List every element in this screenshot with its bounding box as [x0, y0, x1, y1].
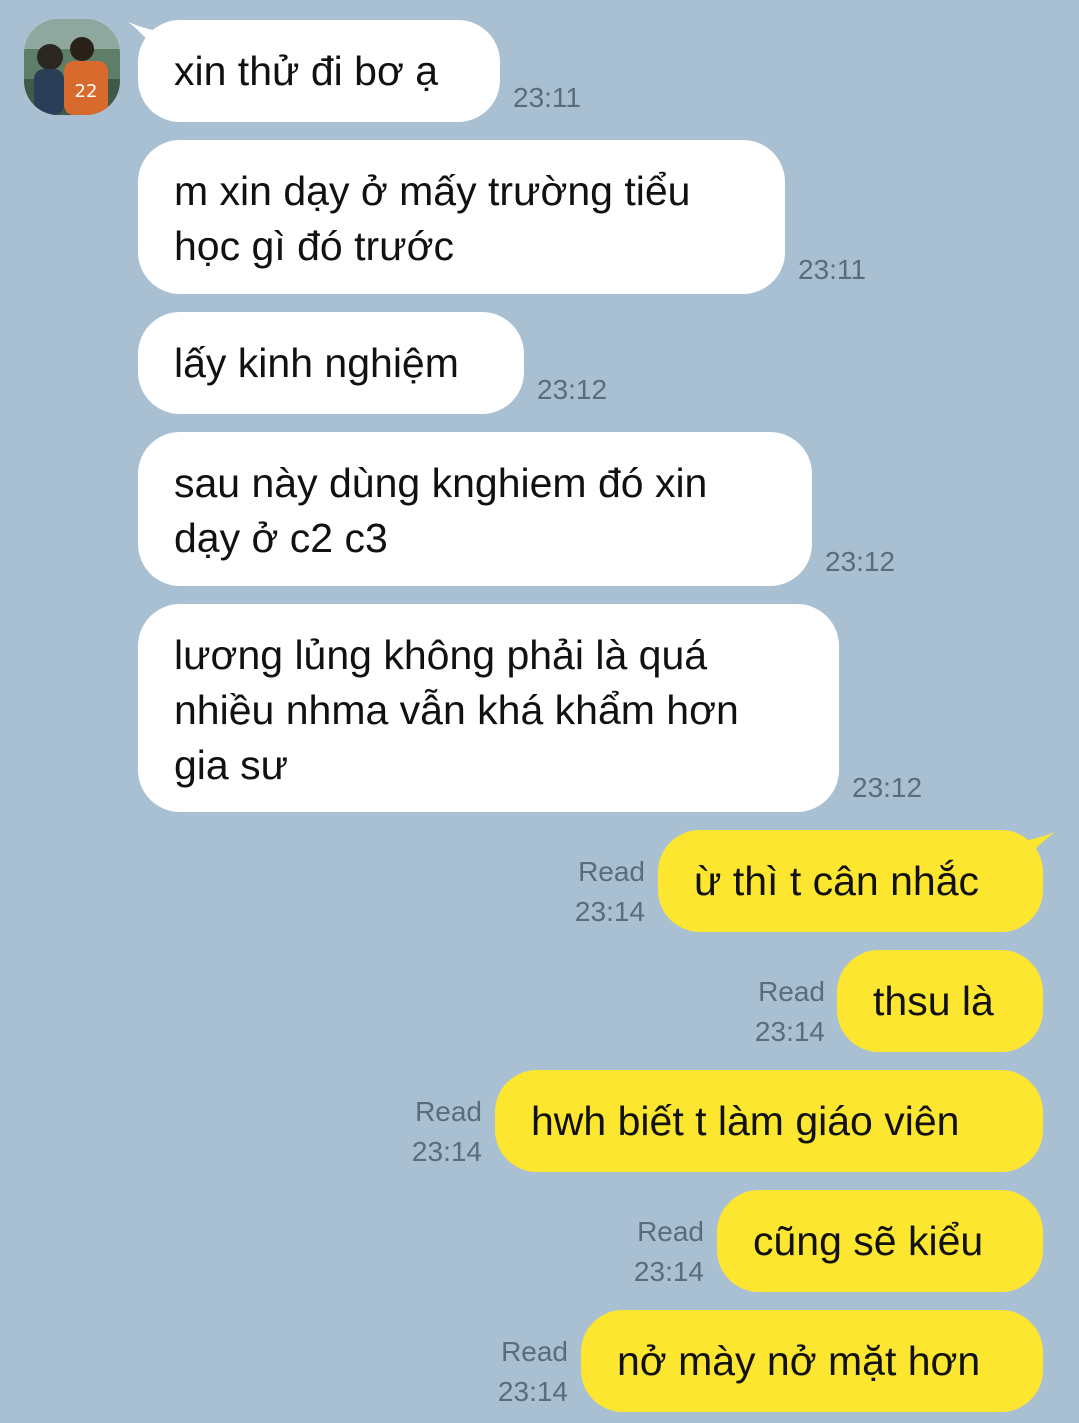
message-timestamp: 23:14	[574, 896, 645, 927]
incoming-message-bubble[interactable]: sau này dùng knghiem đó xin dạy ở c2 c3	[138, 432, 812, 586]
message-text: lấy kinh nghiệm	[174, 339, 459, 386]
message-timestamp: 23:12	[537, 374, 608, 405]
message-text: ừ thì t cân nhắc	[694, 857, 979, 904]
message-timestamp: 23:14	[411, 1136, 482, 1167]
outgoing-message-bubble[interactable]: nở mày nở mặt hơn	[581, 1310, 1043, 1412]
message-line: lương lủng không phải là quá	[174, 632, 708, 678]
message-status: Read 23:14	[498, 1332, 568, 1412]
message-text: m xin dạy ở mấy trường tiểu học gì đó tr…	[174, 164, 749, 274]
message-line: nhiều nhma vẫn khá khẩm hơn	[174, 687, 739, 733]
incoming-message-bubble[interactable]: lương lủng không phải là quá nhiều nhma …	[138, 604, 839, 812]
message-line: m xin dạy ở mấy trường tiểu	[174, 168, 691, 214]
outgoing-message-bubble[interactable]: cũng sẽ kiểu	[717, 1190, 1043, 1292]
message-timestamp: 23:11	[513, 82, 581, 113]
message-text: thsu là	[873, 977, 994, 1024]
message-status: Read 23:14	[755, 972, 825, 1052]
message-timestamp: 23:14	[633, 1256, 704, 1287]
read-status: Read	[758, 976, 825, 1007]
message-line: sau này dùng knghiem đó xin	[174, 460, 708, 506]
svg-text:22: 22	[75, 81, 98, 102]
message-text: xin thử đi bơ ạ	[174, 47, 439, 94]
contact-avatar[interactable]: 22	[24, 19, 120, 115]
incoming-message-bubble[interactable]: xin thử đi bơ ạ	[138, 20, 500, 122]
message-line: dạy ở c2 c3	[174, 515, 388, 561]
message-timestamp: 23:14	[754, 1016, 825, 1047]
message-timestamp: 23:14	[497, 1376, 568, 1407]
message-text: sau này dùng knghiem đó xin dạy ở c2 c3	[174, 456, 776, 566]
message-text: lương lủng không phải là quá nhiều nhma …	[174, 628, 803, 793]
message-status: Read 23:14	[634, 1212, 704, 1292]
outgoing-message-bubble[interactable]: ừ thì t cân nhắc	[658, 830, 1043, 932]
read-status: Read	[501, 1336, 568, 1367]
message-status: Read 23:14	[412, 1092, 482, 1172]
message-line: gia sư	[174, 742, 289, 788]
read-status: Read	[637, 1216, 704, 1247]
outgoing-message-bubble[interactable]: thsu là	[837, 950, 1043, 1052]
incoming-message-bubble[interactable]: lấy kinh nghiệm	[138, 312, 524, 414]
read-status: Read	[415, 1096, 482, 1127]
read-status: Read	[578, 856, 645, 887]
message-timestamp: 23:12	[825, 546, 896, 577]
message-timestamp: 23:11	[798, 254, 866, 285]
message-text: hwh biết t làm giáo viên	[531, 1097, 960, 1144]
message-text: nở mày nở mặt hơn	[617, 1337, 981, 1384]
message-text: cũng sẽ kiểu	[753, 1217, 984, 1264]
message-line: học gì đó trước	[174, 223, 454, 269]
profile-photo-icon: 22	[24, 19, 120, 115]
message-timestamp: 23:12	[852, 772, 923, 803]
message-status: Read 23:14	[575, 852, 645, 932]
outgoing-message-bubble[interactable]: hwh biết t làm giáo viên	[495, 1070, 1043, 1172]
incoming-message-bubble[interactable]: m xin dạy ở mấy trường tiểu học gì đó tr…	[138, 140, 785, 294]
